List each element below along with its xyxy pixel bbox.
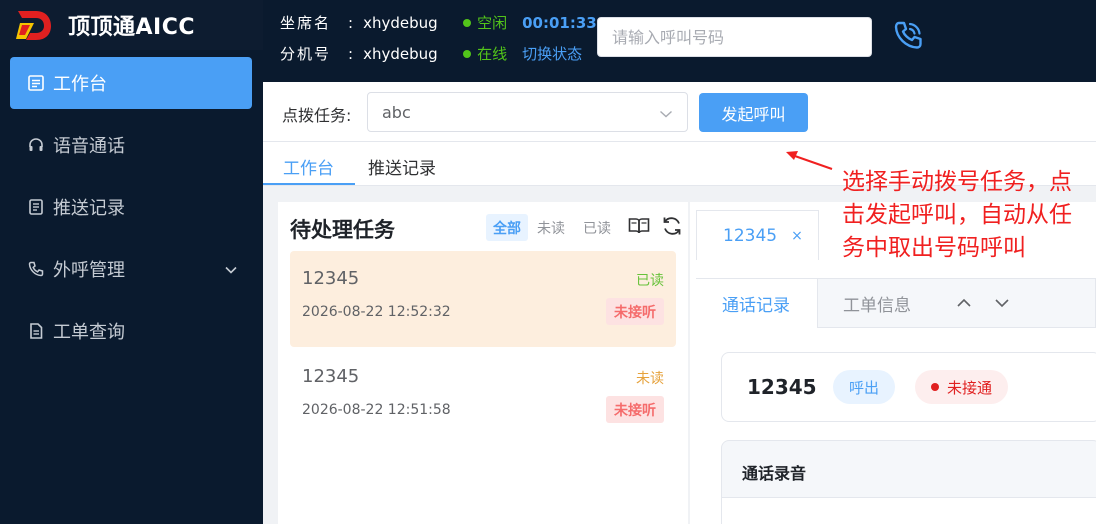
book-icon[interactable]	[627, 214, 651, 238]
sidebar-item-voice-call[interactable]: 语音通话	[10, 119, 252, 171]
sidebar-item-label: 工单查询	[53, 322, 125, 343]
recording-card: 通话录音	[721, 440, 1096, 524]
filter-all[interactable]: 全部	[486, 214, 528, 241]
recording-body	[722, 497, 1096, 524]
agent-ext-label: 分机号	[280, 45, 332, 63]
task-card[interactable]: 12345 已读 2026-08-22 12:52:32 未接听	[290, 251, 676, 347]
chevron-down-icon[interactable]	[994, 295, 1010, 315]
chevron-down-icon	[224, 261, 238, 282]
sidebar-item-workbench[interactable]: 工作台	[10, 57, 252, 109]
sidebar-item-outbound-management[interactable]: 外呼管理	[10, 243, 252, 295]
annotation-arrow-icon	[786, 151, 833, 170]
agent-name-row: 坐席名 : xhydebug 空闲 00:01:33	[280, 12, 597, 33]
sidebar-menu: 工作台 语音通话 推送记录 外呼管理 工单查询	[0, 50, 263, 357]
task-bar: 点拨任务: abc 发起呼叫	[263, 82, 1096, 142]
filter-read[interactable]: 已读	[576, 214, 618, 241]
call-status-badge: 未接听	[606, 396, 664, 423]
phone-icon	[27, 260, 45, 278]
status-dot	[931, 383, 939, 391]
brand: 顶顶通AICC	[0, 0, 263, 50]
task-time: 2026-08-22 12:51:58	[302, 402, 451, 418]
call-result-label: 未接通	[947, 378, 993, 397]
agent-name-value: xhydebug	[363, 13, 438, 32]
brand-title: 顶顶通AICC	[68, 15, 196, 40]
document-icon	[27, 322, 45, 340]
agent-status: 空闲	[477, 14, 508, 32]
tab-workbench[interactable]: 工作台	[283, 154, 334, 179]
dial-number-input[interactable]	[597, 17, 872, 57]
online-dot	[463, 49, 472, 58]
recording-title: 通话录音	[742, 464, 807, 483]
record-icon	[27, 198, 45, 216]
call-timer: 00:01:33	[522, 13, 597, 32]
sidebar-item-label: 工作台	[53, 74, 107, 95]
pending-tasks-panel: 待处理任务 全部 未读 已读 12345 已读 2026-08-22 12:52…	[278, 202, 688, 524]
active-tab-indicator	[263, 183, 355, 185]
call-status-badge: 未接听	[606, 298, 664, 325]
tab-call-records[interactable]: 通话记录	[696, 279, 818, 328]
switch-status-link[interactable]: 切换状态	[522, 43, 582, 64]
task-label: 点拨任务:	[282, 106, 352, 125]
task-card[interactable]: 12345 未读 2026-08-22 12:51:58 未接听	[290, 349, 676, 445]
agent-name-label: 坐席名	[280, 14, 332, 32]
task-number: 12345	[302, 366, 360, 387]
colon: :	[348, 13, 354, 32]
task-time: 2026-08-22 12:52:32	[302, 304, 451, 320]
tab-push-records[interactable]: 推送记录	[368, 154, 436, 179]
chevron-up-icon[interactable]	[956, 295, 972, 315]
call-result-badge: 未接通	[915, 370, 1009, 404]
start-call-button[interactable]: 发起呼叫	[699, 93, 808, 132]
brand-logo	[14, 5, 54, 45]
task-select[interactable]: abc	[367, 92, 688, 132]
sidebar-item-label: 外呼管理	[53, 260, 125, 281]
number-tab[interactable]: 12345 ×	[696, 210, 819, 260]
dashboard-icon	[27, 74, 45, 92]
refresh-icon[interactable]	[660, 214, 684, 238]
top-bar: 坐席名 : xhydebug 空闲 00:01:33 分机号 : xhydebu…	[263, 0, 1096, 82]
read-status: 已读	[636, 273, 664, 289]
task-select-value: abc	[382, 102, 411, 122]
sidebar-item-label: 语音通话	[53, 136, 125, 157]
phone-call-icon[interactable]	[890, 18, 926, 54]
status-dot	[463, 18, 472, 27]
sidebar: 顶顶通AICC 工作台 语音通话 推送记录 外呼管理 工单查询	[0, 0, 263, 524]
direction-badge: 呼出	[833, 370, 896, 404]
agent-ext-value: xhydebug	[363, 44, 438, 63]
annotation-text: 选择手动拨号任务，点击发起呼叫，自动从任务中取出号码呼叫	[842, 169, 1072, 261]
headset-icon	[27, 136, 45, 154]
detail-sub-tabs: 通话记录 工单信息	[696, 278, 1096, 328]
call-number: 12345	[747, 375, 817, 399]
sidebar-item-push-records[interactable]: 推送记录	[10, 181, 252, 233]
sidebar-item-label: 推送记录	[53, 198, 125, 219]
task-number: 12345	[302, 268, 360, 289]
chevron-down-icon	[659, 106, 673, 125]
filter-unread[interactable]: 未读	[530, 214, 572, 241]
close-icon[interactable]: ×	[791, 228, 803, 244]
colon: :	[348, 44, 354, 63]
sidebar-item-ticket-query[interactable]: 工单查询	[10, 305, 252, 357]
tab-ticket-info[interactable]: 工单信息	[843, 279, 911, 328]
agent-ext-row: 分机号 : xhydebug 在线 切换状态	[280, 43, 582, 64]
call-info-card: 12345 呼出 未接通	[721, 352, 1096, 422]
number-tab-label: 12345	[723, 225, 778, 246]
online-status: 在线	[477, 45, 508, 63]
pending-title: 待处理任务	[290, 218, 395, 242]
read-status: 未读	[636, 371, 664, 387]
